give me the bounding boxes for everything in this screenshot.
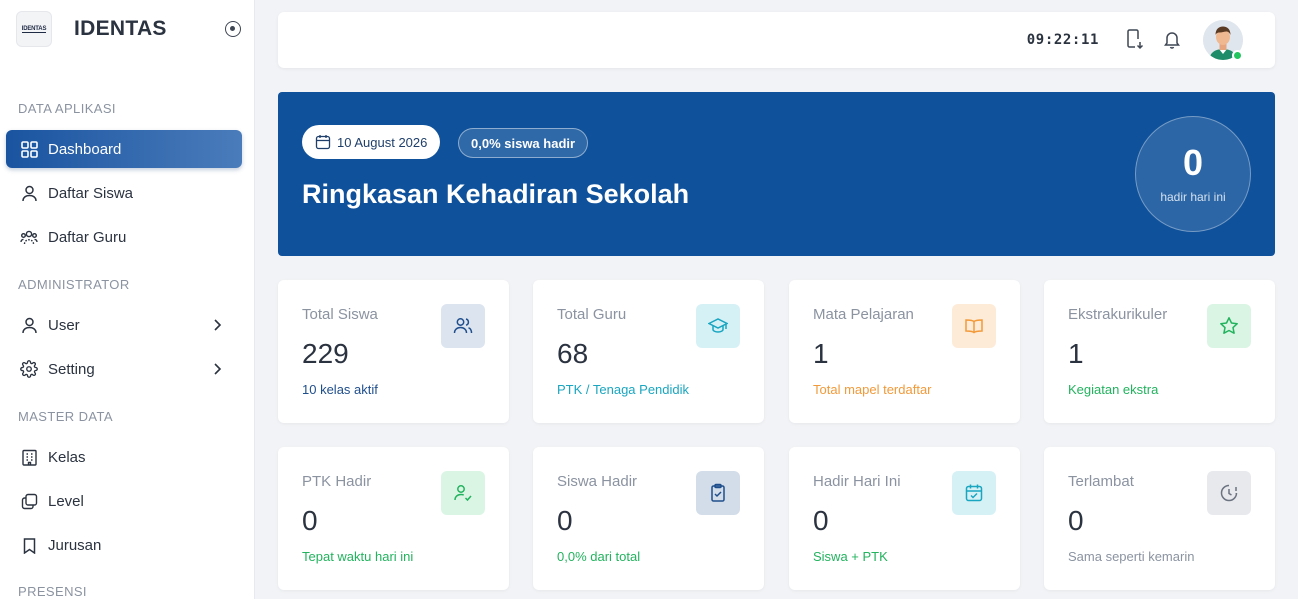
card-subtitle: Tepat waktu hari ini xyxy=(302,549,414,564)
stat-card-ekstrakurikuler[interactable]: Ekstrakurikuler 1 Kegiatan ekstra xyxy=(1044,280,1275,423)
card-value: 68 xyxy=(557,338,589,369)
chevron-right-icon xyxy=(214,363,222,375)
present-today-count: 0 xyxy=(1182,141,1204,183)
calendar-icon xyxy=(315,135,331,150)
card-title: Total Siswa xyxy=(302,306,378,323)
layers-icon xyxy=(20,492,38,510)
card-value: 1 xyxy=(1068,338,1084,369)
sidebar: IDENTAS IDENTAS DATA APLIKASI Dashboard … xyxy=(0,0,255,599)
sidebar-item-label: Level xyxy=(48,492,84,510)
stat-card-mata-pelajaran[interactable]: Mata Pelajaran 1 Total mapel terdaftar xyxy=(789,280,1020,423)
sidebar-item-label: Jurusan xyxy=(48,536,102,554)
card-title: Total Guru xyxy=(557,306,627,323)
stat-card-siswa-hadir[interactable]: Siswa Hadir 0 0,0% dari total xyxy=(533,447,764,590)
page-title: Ringkasan Kehadiran Sekolah xyxy=(302,179,690,209)
user-icon xyxy=(20,184,38,202)
users-icon xyxy=(20,228,38,246)
brand: IDENTAS IDENTAS xyxy=(16,10,241,48)
clipboard-check-icon xyxy=(696,471,740,515)
stat-card-hadir-hari-ini[interactable]: Hadir Hari Ini 0 Siswa + PTK xyxy=(789,447,1020,590)
calendar-check-icon xyxy=(952,471,996,515)
grid-icon xyxy=(20,140,38,158)
star-icon xyxy=(1207,304,1251,348)
stat-card-total-siswa[interactable]: Total Siswa 229 10 kelas aktif xyxy=(278,280,509,423)
stat-card-ptk-hadir[interactable]: PTK Hadir 0 Tepat waktu hari ini xyxy=(278,447,509,590)
date-pill[interactable]: 10 August 2026 xyxy=(302,125,441,159)
users-icon xyxy=(441,304,485,348)
present-today-label: hadir hari ini xyxy=(1160,189,1226,204)
card-subtitle: Total mapel terdaftar xyxy=(813,382,932,397)
bell-icon[interactable] xyxy=(1161,28,1183,50)
brand-name: IDENTAS xyxy=(74,17,167,40)
attendance-summary-banner: 10 August 2026 0,0% siswa hadir Ringkasa… xyxy=(278,92,1275,256)
card-value: 0 xyxy=(1068,505,1084,536)
sidebar-item-kelas[interactable]: Kelas xyxy=(6,438,242,476)
card-value: 1 xyxy=(813,338,829,369)
section-title-presensi: PRESENSI xyxy=(18,584,87,599)
device-download-icon[interactable] xyxy=(1123,28,1145,50)
card-title: Hadir Hari Ini xyxy=(813,473,901,490)
gear-icon xyxy=(20,360,38,378)
card-value: 0 xyxy=(557,505,573,536)
sidebar-toggle-icon[interactable] xyxy=(225,21,241,37)
sidebar-item-label: User xyxy=(48,316,80,334)
stat-card-terlambat[interactable]: Terlambat 0 Sama seperti kemarin xyxy=(1044,447,1275,590)
sidebar-item-daftar-siswa[interactable]: Daftar Siswa xyxy=(6,174,242,212)
sidebar-item-label: Dashboard xyxy=(48,140,122,158)
sidebar-item-jurusan[interactable]: Jurusan xyxy=(6,526,242,564)
sidebar-item-setting[interactable]: Setting xyxy=(6,350,242,388)
card-subtitle: PTK / Tenaga Pendidik xyxy=(557,382,690,397)
stat-card-total-guru[interactable]: Total Guru 68 PTK / Tenaga Pendidik xyxy=(533,280,764,423)
card-subtitle: Kegiatan ekstra xyxy=(1068,382,1159,397)
topbar: 09:22:11 xyxy=(278,12,1275,68)
attendance-rate-badge: 0,0% siswa hadir xyxy=(458,128,589,158)
bookmark-icon xyxy=(20,536,38,554)
book-icon xyxy=(952,304,996,348)
sidebar-item-label: Setting xyxy=(48,360,95,378)
chevron-right-icon xyxy=(214,319,222,331)
section-title-data-aplikasi: DATA APLIKASI xyxy=(18,101,116,116)
sidebar-item-label: Daftar Guru xyxy=(48,228,127,246)
sidebar-item-label: Daftar Siswa xyxy=(48,184,134,202)
user-icon xyxy=(20,316,38,334)
user-check-icon xyxy=(441,471,485,515)
online-status-dot xyxy=(1232,50,1243,61)
sidebar-item-dashboard[interactable]: Dashboard xyxy=(6,130,242,168)
card-subtitle: 10 kelas aktif xyxy=(302,382,378,397)
card-subtitle: 0,0% dari total xyxy=(557,549,641,564)
card-title: PTK Hadir xyxy=(302,473,372,490)
building-icon xyxy=(20,448,38,466)
date-text: 10 August 2026 xyxy=(337,134,428,150)
card-value: 229 xyxy=(302,338,349,369)
brand-logo[interactable]: IDENTAS xyxy=(16,11,52,47)
card-title: Mata Pelajaran xyxy=(813,306,914,323)
section-title-master-data: MASTER DATA xyxy=(18,409,113,424)
clock: 09:22:11 xyxy=(1026,32,1099,48)
graduation-cap-icon xyxy=(696,304,740,348)
present-today-counter: 0 hadir hari ini xyxy=(1135,116,1251,232)
card-subtitle: Siswa + PTK xyxy=(813,549,888,564)
card-title: Ekstrakurikuler xyxy=(1068,306,1168,323)
card-value: 0 xyxy=(813,505,829,536)
sidebar-item-level[interactable]: Level xyxy=(6,482,242,520)
clock-alert-icon xyxy=(1207,471,1251,515)
card-title: Terlambat xyxy=(1068,473,1134,490)
sidebar-item-label: Kelas xyxy=(48,448,86,466)
card-title: Siswa Hadir xyxy=(557,473,638,490)
sidebar-item-daftar-guru[interactable]: Daftar Guru xyxy=(6,218,242,256)
card-subtitle: Sama seperti kemarin xyxy=(1068,549,1195,564)
section-title-administrator: ADMINISTRATOR xyxy=(18,277,130,292)
sidebar-item-user[interactable]: User xyxy=(6,306,242,344)
card-value: 0 xyxy=(302,505,318,536)
